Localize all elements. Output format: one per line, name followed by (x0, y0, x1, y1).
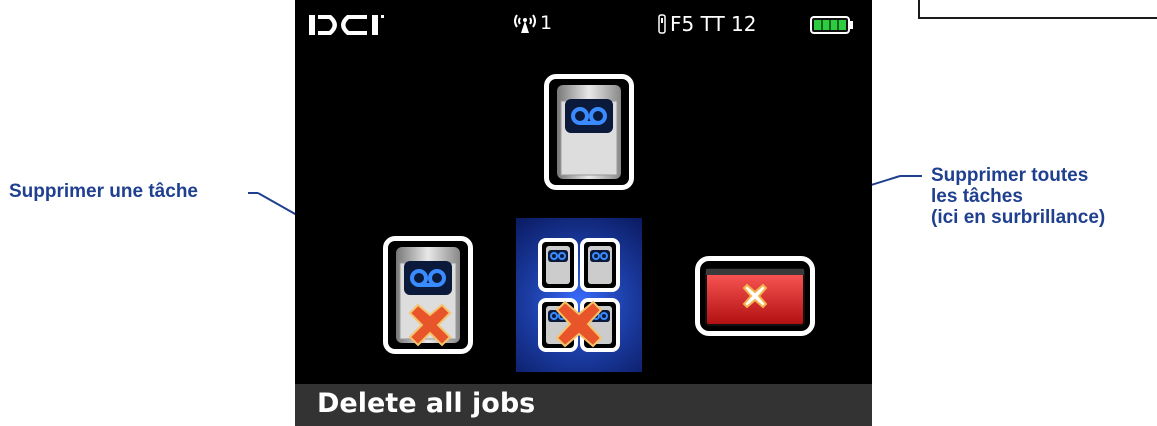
signal-channel: 1 (540, 12, 553, 34)
delete-all-jobs-icon (538, 238, 620, 352)
callout-delete-all: Supprimer toutes les tâches (ici en surb… (931, 165, 1105, 228)
menu-status-bar: Delete all jobs (295, 384, 872, 426)
delete-job-button[interactable] (383, 236, 473, 354)
cancel-icon (705, 268, 805, 326)
callout-delete-one: Supprimer une tâche (9, 181, 198, 202)
delete-all-jobs-button[interactable] (516, 218, 642, 372)
battery-icon (810, 16, 853, 34)
cancel-button[interactable] (695, 256, 815, 336)
frequency-label: F5 TT 12 (670, 12, 757, 36)
transmitter-icon (658, 14, 666, 34)
device-screen: 1 F5 TT 12 Delete all jobs (295, 0, 872, 426)
job-icon-button[interactable] (544, 74, 634, 190)
menu-status-text: Delete all jobs (317, 388, 536, 419)
callout-delete-all-line3: (ici en surbrillance) (931, 207, 1106, 228)
signal-indicator: 1 (512, 12, 552, 34)
status-bar: 1 F5 TT 12 (295, 0, 872, 50)
callout-delete-all-line2: les tâches (931, 186, 1023, 207)
callout-delete-all-line1: Supprimer toutes (931, 165, 1089, 186)
corner-frame (918, 0, 1157, 19)
job-document-icon (557, 85, 621, 179)
callout-delete-one-text: Supprimer une tâche (9, 181, 198, 202)
dci-logo (309, 15, 384, 35)
antenna-icon (514, 14, 536, 33)
frequency-indicator: F5 TT 12 (658, 12, 756, 36)
delete-job-icon (396, 247, 460, 347)
